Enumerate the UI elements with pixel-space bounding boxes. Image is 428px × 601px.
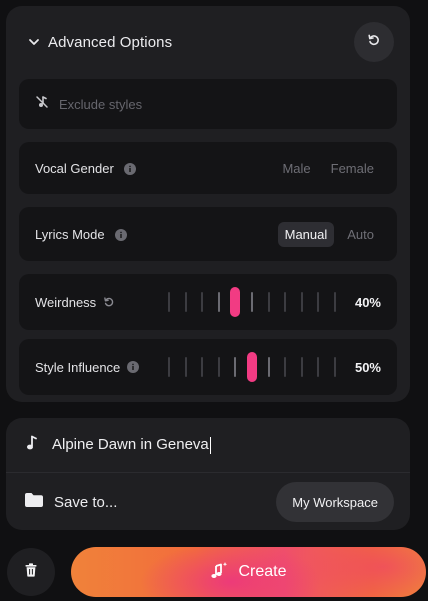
save-to-label: Save to... [54,493,118,511]
slider-thumb[interactable] [247,352,257,382]
slider-tick [184,292,187,312]
slider-tick [217,292,220,312]
music-note-icon [26,435,38,456]
slider-tick [284,357,287,377]
lyrics-mode-label: Lyrics Mode [35,227,128,242]
music-sparkle-icon [210,561,228,584]
info-icon[interactable] [115,229,128,242]
slider-tick [317,357,320,377]
slider-tick [168,357,170,377]
slider-tick [334,357,336,377]
slider-thumb[interactable] [230,287,241,317]
save-location-row: Save to... My Workspace [6,474,410,530]
no-music-icon [35,95,49,114]
lyrics-mode-row: Lyrics Mode Manual Auto [19,207,397,261]
reset-weirdness-icon[interactable] [103,296,115,308]
slider-tick [168,292,170,312]
vocal-gender-row: Vocal Gender Male Female [19,142,397,194]
slider-tick [217,357,220,377]
slider-tick [267,357,270,377]
slider-tick [334,292,336,312]
slider-tick [251,292,253,312]
lyrics-mode-auto[interactable]: Auto [340,222,381,247]
slider-tick [234,357,237,377]
delete-button[interactable] [7,548,55,596]
slider-tick [184,357,187,377]
create-button[interactable]: Create [71,547,426,597]
refresh-icon [367,33,381,52]
lyrics-mode-manual[interactable]: Manual [277,221,335,247]
slider-tick [284,292,287,312]
advanced-options-panel: Advanced Options Exclude styles Vocal Ge… [6,6,410,402]
exclude-styles-placeholder: Exclude styles [59,96,143,112]
exclude-styles-input[interactable]: Exclude styles [19,79,397,129]
song-details-panel: Alpine Dawn in Geneva Save to... My Work… [6,418,410,530]
vocal-gender-male[interactable]: Male [275,156,317,181]
vocal-gender-label: Vocal Gender [35,161,137,176]
workspace-button[interactable]: My Workspace [276,482,394,522]
style-influence-row: Style Influence 50% [19,339,397,395]
slider-tick [317,292,320,312]
slider-tick [201,357,204,377]
text-caret [209,436,211,454]
reset-options-button[interactable] [354,22,394,62]
slider-tick [201,292,204,312]
chevron-down-icon [26,34,42,50]
weirdness-slider[interactable] [168,274,343,330]
song-title-value: Alpine Dawn in Geneva [52,436,211,454]
slider-tick [300,357,303,377]
lyrics-mode-options: Manual Auto [277,221,381,247]
advanced-options-title: Advanced Options [48,33,173,51]
style-influence-slider[interactable] [168,339,343,395]
folder-icon [24,492,44,513]
weirdness-value: 40% [354,294,381,310]
advanced-options-toggle[interactable]: Advanced Options [6,6,410,78]
vocal-gender-options: Male Female [275,156,381,181]
weirdness-label: Weirdness [35,295,165,310]
weirdness-row: Weirdness 40% [19,274,397,330]
info-icon[interactable] [127,361,140,373]
trash-icon [25,562,37,582]
slider-tick [300,292,303,312]
style-influence-value: 50% [354,359,381,375]
slider-tick [267,292,270,312]
style-influence-label: Style Influence [35,360,165,375]
create-label: Create [238,563,287,580]
vocal-gender-female[interactable]: Female [324,156,381,181]
song-title-input[interactable]: Alpine Dawn in Geneva [6,418,410,473]
info-icon[interactable] [124,163,137,176]
